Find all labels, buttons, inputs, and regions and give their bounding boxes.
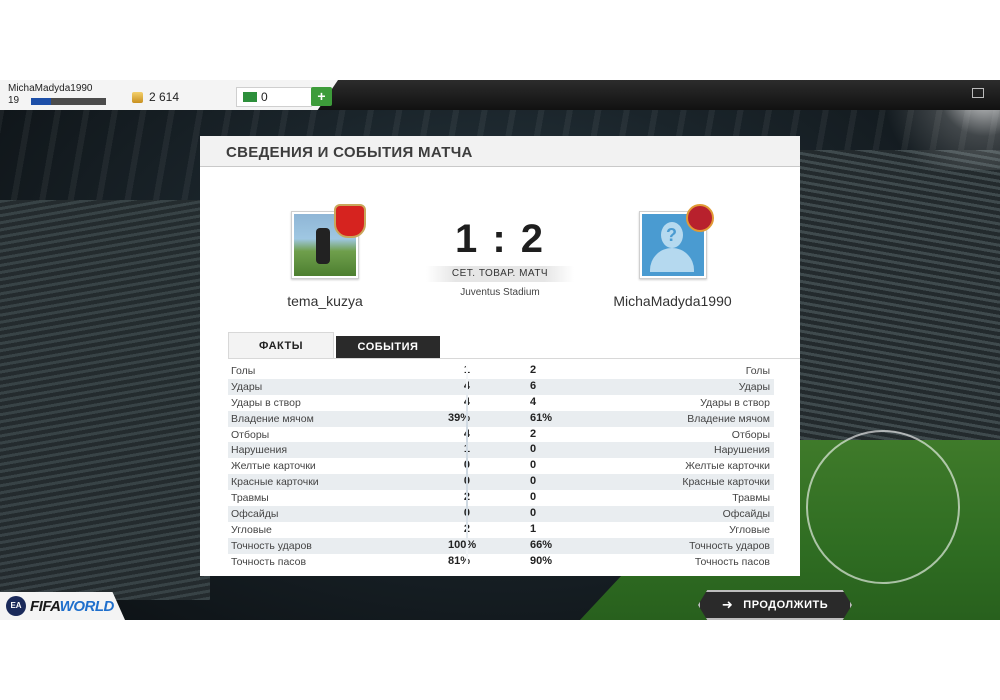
tab-events[interactable]: СОБЫТИЯ	[336, 336, 440, 358]
stat-row: Удары в створ44Удары в створ	[228, 395, 774, 411]
window-icon[interactable]	[972, 88, 984, 98]
stat-label-home: Голы	[231, 365, 256, 377]
stat-value-away: 0	[530, 475, 537, 488]
stat-label-away: Травмы	[732, 492, 770, 505]
stat-value-away: 0	[530, 459, 537, 472]
stat-value-away: 4	[530, 395, 537, 408]
stats-table: Голы12ГолыУдары46УдарыУдары в створ44Уда…	[228, 363, 774, 570]
stat-row: Травмы20Травмы	[228, 490, 774, 506]
tab-divider	[228, 358, 800, 359]
stat-label-away: Красные карточки	[682, 476, 770, 489]
continue-label: ПРОДОЛЖИТЬ	[743, 599, 829, 611]
stat-label-away: Отборы	[731, 428, 770, 441]
stands-left	[0, 200, 210, 600]
match-type: СЕТ. ТОВАР. МАТЧ	[426, 266, 574, 282]
home-team: tema_kuzya	[260, 204, 390, 309]
ea-sports-logo: EA	[6, 596, 26, 616]
stat-label-home: Желтые карточки	[231, 460, 316, 473]
coins-icon	[132, 91, 143, 103]
stat-label-home: Владение мячом	[231, 412, 314, 425]
xp-progress-fill	[31, 98, 51, 105]
arrow-right-icon: ➜	[721, 597, 734, 612]
stat-row: Нарушения10Нарушения	[228, 442, 774, 459]
stat-value-away: 0	[530, 443, 537, 456]
stat-row: Голы12Голы	[228, 363, 774, 379]
stat-label-home: Угловые	[231, 523, 272, 536]
stat-row: Удары46Удары	[228, 378, 774, 395]
tab-facts[interactable]: ФАКТЫ	[228, 332, 334, 359]
stat-label-home: Точность ударов	[231, 539, 312, 552]
stat-row: Точность ударов 100% 66% Точность ударов	[228, 537, 774, 554]
xp-progress-bar	[31, 98, 106, 105]
fifa-logo-text: FIFAWORLD	[30, 598, 114, 615]
stat-row: Точность пасов 81% 90% Точность пасов	[228, 554, 774, 570]
stat-label-away: Нарушения	[713, 444, 770, 457]
away-team: ? MichaMadyda1990	[600, 204, 745, 309]
stat-label-away: Точность пасов	[694, 555, 770, 568]
stat-label-home: Отборы	[231, 428, 270, 441]
match-summary-panel: tema_kuzya 1 : 2 СЕТ. ТОВАР. МАТЧ Juvent…	[200, 167, 800, 576]
stat-value-away: 66%	[530, 538, 553, 551]
stat-label-away: Удары	[738, 380, 770, 393]
cash-icon	[243, 92, 257, 102]
stat-label-home: Красные карточки	[231, 476, 319, 489]
arsenal-crest-icon	[334, 204, 366, 238]
coins-display: 2 614	[132, 90, 179, 104]
cash-value: 0	[261, 90, 268, 104]
stat-value-away: 1	[530, 522, 537, 535]
home-avatar	[291, 204, 366, 279]
stat-row: Владение мячом 39% 61% Владение мячом	[228, 410, 774, 427]
away-team-name: MichaMadyda1990	[613, 293, 732, 309]
stat-label-home: Нарушения	[231, 444, 288, 457]
stat-value-away: 0	[530, 507, 537, 520]
pitch-circle	[806, 430, 960, 584]
stat-row: Офсайды00Офсайды	[228, 506, 774, 522]
username: MichaMadyda1990	[8, 83, 93, 94]
home-team-name: tema_kuzya	[287, 293, 363, 309]
question-mark-icon: ?	[660, 222, 683, 248]
stats-center-divider	[466, 363, 468, 571]
coins-value: 2 614	[149, 90, 180, 104]
continue-button[interactable]: ➜ ПРОДОЛЖИТЬ	[698, 590, 852, 620]
stat-value-away: 61%	[530, 411, 553, 424]
stat-label-home: Удары	[231, 380, 263, 393]
stat-label-away: Голы	[745, 365, 770, 377]
stat-value-away: 90%	[530, 554, 553, 567]
add-cash-button[interactable]: +	[311, 87, 332, 106]
cash-display: 0	[236, 87, 312, 107]
stat-label-home: Удары в створ	[231, 396, 301, 409]
match-score: 1 : 2	[454, 217, 546, 261]
stat-label-away: Удары в створ	[700, 396, 770, 409]
stat-label-away: Угловые	[729, 523, 770, 536]
away-avatar: ?	[638, 204, 714, 279]
stat-label-away: Офсайды	[722, 508, 770, 521]
stat-label-home: Точность пасов	[231, 555, 307, 568]
stat-label-home: Травмы	[231, 492, 269, 505]
stat-row: Отборы42Отборы	[228, 427, 774, 443]
stat-value-away: 2	[530, 427, 537, 440]
stat-label-away: Желтые карточки	[685, 460, 770, 473]
stat-row: Угловые21Угловые	[228, 522, 774, 538]
stat-label-home: Офсайды	[231, 508, 279, 521]
stat-label-away: Точность ударов	[689, 539, 770, 552]
match-venue: Juventus Stadium	[460, 287, 540, 298]
stat-row: Желтые карточки00Желтые карточки	[228, 458, 774, 474]
stat-value-away: 6	[530, 379, 537, 392]
panel-title: СВЕДЕНИЯ И СОБЫТИЯ МАТЧА	[226, 144, 473, 161]
club-crest-icon	[685, 204, 714, 232]
stat-row: Красные карточки00Красные карточки	[228, 474, 774, 491]
stat-label-away: Владение мячом	[687, 412, 770, 425]
stat-value-away: 2	[530, 364, 537, 376]
stat-value-away: 0	[530, 491, 537, 504]
panel-header: СВЕДЕНИЯ И СОБЫТИЯ МАТЧА	[200, 136, 800, 167]
